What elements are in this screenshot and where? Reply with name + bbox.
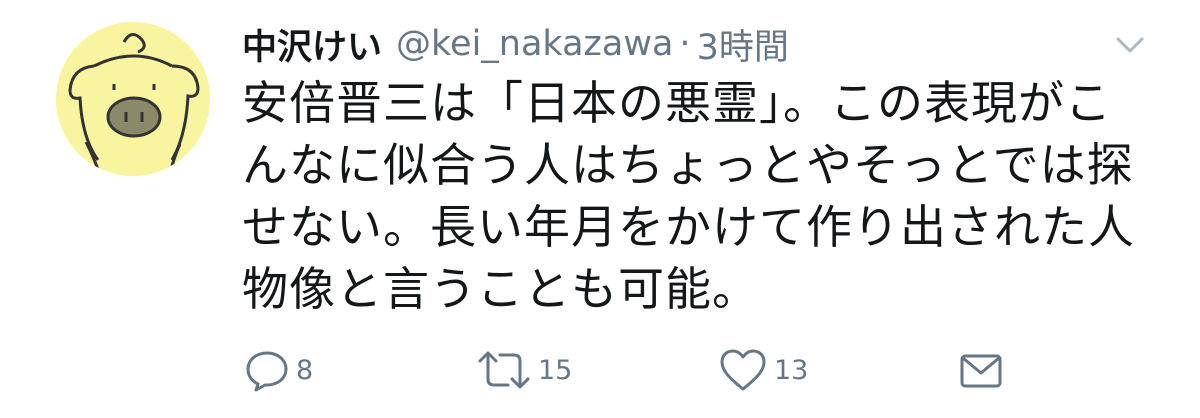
direct-message-button[interactable]: [958, 340, 1004, 400]
chevron-down-icon[interactable]: [1112, 30, 1148, 60]
user-handle[interactable]: @kei_nakazawa: [396, 24, 673, 64]
retweet-count: 15: [538, 354, 573, 386]
reply-count: 8: [296, 354, 314, 386]
reply-button[interactable]: 8: [244, 340, 313, 400]
display-name[interactable]: 中沢けい: [242, 19, 382, 70]
like-button[interactable]: 13: [718, 340, 808, 400]
retweet-icon: [478, 351, 530, 389]
tweet-header: 中沢けい @kei_nakazawa · 3時間: [242, 18, 789, 70]
reply-icon: [246, 351, 288, 392]
action-bar: 8 15 13: [0, 340, 1200, 400]
avatar[interactable]: [56, 22, 210, 176]
timestamp[interactable]: 3時間: [697, 19, 789, 70]
envelope-icon: [960, 354, 1002, 388]
heart-icon: [720, 349, 766, 391]
like-count: 13: [774, 354, 809, 386]
retweet-button[interactable]: 15: [476, 340, 572, 400]
separator: ·: [679, 24, 691, 64]
pig-avatar-icon: [56, 22, 210, 176]
tweet-text: 安倍晋三は「日本の悪霊」。この表現がこんなに似合う人はちょっとやそっとでは探せな…: [242, 76, 1135, 316]
